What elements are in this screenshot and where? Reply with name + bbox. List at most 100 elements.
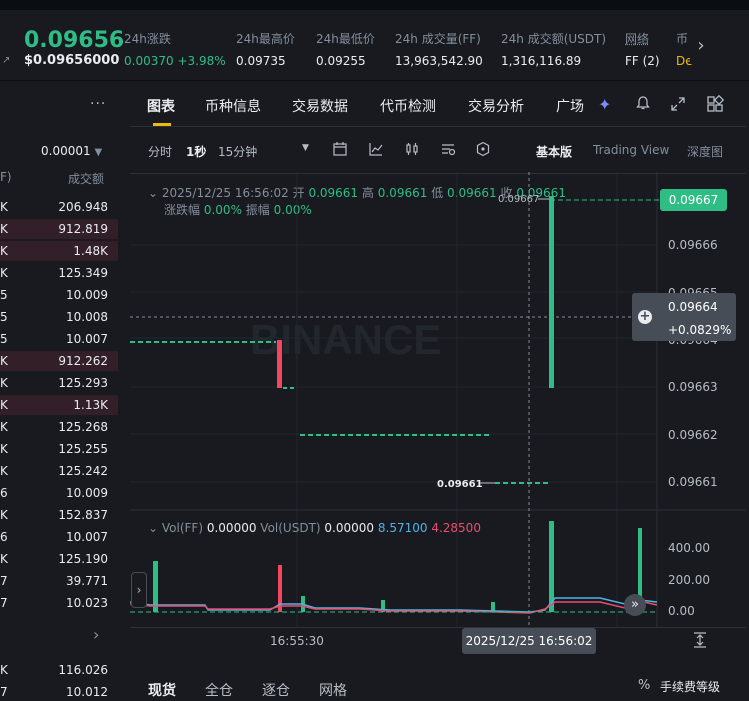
book-price-fragment: K xyxy=(0,398,8,412)
book-row[interactable]: 7 10.023 xyxy=(0,592,118,612)
calendar-icon[interactable] xyxy=(332,141,348,161)
book-row[interactable]: 5 10.007 xyxy=(0,328,118,348)
interval-timeline[interactable]: 分时 xyxy=(148,143,172,160)
book-row[interactable]: 7 39.771 xyxy=(0,570,118,590)
chart-settings-icon[interactable] xyxy=(440,141,456,161)
tab-trade-analysis[interactable]: 交易分析 xyxy=(468,96,524,116)
vol-usdt-label: Vol(USDT) xyxy=(260,521,321,535)
more-icon[interactable]: ··· xyxy=(90,96,106,112)
book-price-fragment: 6 xyxy=(0,530,8,544)
candle-style-icon[interactable] xyxy=(404,141,420,161)
book-row[interactable]: K 125.293 xyxy=(0,372,118,392)
layout-grid-icon[interactable] xyxy=(706,94,725,117)
book-row[interactable]: K 116.026 xyxy=(0,659,118,679)
last-price-usd: $0.09656000 xyxy=(24,53,120,68)
last-price: 0.09656 xyxy=(24,28,125,53)
book-qty: 10.009 xyxy=(66,486,108,500)
tab-square[interactable]: 广场 xyxy=(556,96,584,116)
vol-ma2-value: 4.28500 xyxy=(431,521,481,535)
tab-chart[interactable]: 图表 xyxy=(147,96,175,116)
book-row[interactable]: 7 10.012 xyxy=(0,681,118,701)
book-price-fragment: 6 xyxy=(0,486,8,500)
tab-cross[interactable]: 全仓 xyxy=(205,680,233,700)
ai-sparkle-icon[interactable]: ✦ xyxy=(598,95,611,114)
book-qty: 912.262 xyxy=(58,354,108,368)
price-axis-label: 0.09662 xyxy=(668,428,718,442)
stat-high-value: 0.09735 xyxy=(236,54,286,68)
chevron-right-icon[interactable]: › xyxy=(93,625,99,644)
stat-turnover-value: 1,316,116.89 xyxy=(501,54,582,68)
scroll-right-icon[interactable]: › xyxy=(690,28,712,64)
book-row[interactable]: K 125.190 xyxy=(0,548,118,568)
book-qty: 125.293 xyxy=(58,376,108,390)
vol-ff-label: Vol(FF) xyxy=(161,521,204,535)
volume-axis-label: 0.00 xyxy=(668,604,695,618)
interval-15m[interactable]: 15分钟 xyxy=(218,143,257,160)
book-row[interactable]: K 1.48K xyxy=(0,240,118,261)
ma-line-red xyxy=(130,600,658,614)
stat-volume-value: 13,963,542.90 xyxy=(395,54,483,68)
stat-network-value[interactable]: FF (2) xyxy=(625,54,660,68)
shield-icon[interactable] xyxy=(475,141,491,161)
book-row[interactable]: 5 10.009 xyxy=(0,284,118,304)
stat-change-label: 24h涨跌 xyxy=(124,32,171,46)
high-annotation: 0.09667 xyxy=(498,194,539,205)
tab-isolated[interactable]: 逐仓 xyxy=(262,680,290,700)
bell-icon[interactable] xyxy=(635,95,651,115)
book-row[interactable]: K 206.948 xyxy=(0,196,118,216)
book-row[interactable]: 5 10.008 xyxy=(0,306,118,326)
view-tradingview[interactable]: Trading View xyxy=(593,143,669,157)
book-qty: 206.948 xyxy=(58,200,108,214)
book-price-fragment: 7 xyxy=(0,574,8,588)
tab-spot[interactable]: 现货 xyxy=(148,680,176,700)
price-axis-label: 0.09666 xyxy=(668,238,718,252)
book-qty: 116.026 xyxy=(58,663,108,677)
time-axis-label: 16:55:30 xyxy=(270,634,324,648)
tab-grid[interactable]: 网格 xyxy=(319,680,347,700)
vol-ff-value: 0.00000 xyxy=(206,521,257,535)
interval-1s[interactable]: 1秒 xyxy=(186,143,206,160)
price-chart[interactable]: BINANCE 0.09667 0.09661 xyxy=(130,172,746,632)
view-basic[interactable]: 基本版 xyxy=(536,143,572,160)
book-row[interactable]: K 125.242 xyxy=(0,460,118,480)
book-qty: 1.13K xyxy=(73,398,108,412)
book-row[interactable]: K 125.255 xyxy=(0,438,118,458)
book-price-fragment: K xyxy=(0,376,8,390)
stat-turnover-label: 24h 成交额(USDT) xyxy=(501,32,607,46)
tab-token-check[interactable]: 代币检测 xyxy=(380,96,436,116)
stat-low-label: 24h最低价 xyxy=(316,32,375,46)
vol-ma1-value: 8.57100 xyxy=(377,521,428,535)
book-row[interactable]: 6 10.009 xyxy=(0,482,118,502)
fee-level-link[interactable]: 手续费等级 xyxy=(660,678,720,695)
book-row[interactable]: K 125.268 xyxy=(0,416,118,436)
fit-vertical-icon[interactable] xyxy=(692,632,708,652)
book-row[interactable]: K 152.837 xyxy=(0,504,118,524)
book-row[interactable]: 6 10.007 xyxy=(0,526,118,546)
book-price-fragment: K xyxy=(0,420,8,434)
book-price-fragment: K xyxy=(0,266,8,280)
book-price-fragment: K xyxy=(0,552,8,566)
col-price-header: F) xyxy=(0,170,12,184)
stat-network-label[interactable]: 网络 xyxy=(625,30,649,47)
scroll-left-button[interactable]: › xyxy=(131,572,147,608)
collapse-chevron-icon[interactable]: ⌄ xyxy=(148,521,158,535)
scroll-latest-button[interactable]: » xyxy=(624,594,646,616)
time-axis-line xyxy=(130,627,746,628)
book-qty: 125.268 xyxy=(58,420,108,434)
book-qty: 10.008 xyxy=(66,310,108,324)
book-row[interactable]: K 912.262 xyxy=(0,350,118,371)
interval-dropdown-icon[interactable]: ▼ xyxy=(302,143,309,153)
book-row[interactable]: K 125.349 xyxy=(0,262,118,282)
view-depth[interactable]: 深度图 xyxy=(687,143,723,160)
book-row[interactable]: K 912.819 xyxy=(0,218,118,239)
book-qty: 125.242 xyxy=(58,464,108,478)
tab-coin-info[interactable]: 币种信息 xyxy=(205,96,261,116)
book-row[interactable]: K 1.13K xyxy=(0,394,118,415)
book-price-fragment: 5 xyxy=(0,310,8,324)
tick-size-select[interactable]: 0.00001 ▼ xyxy=(41,144,102,158)
indicator-icon[interactable] xyxy=(368,141,384,161)
add-alert-icon[interactable]: + xyxy=(638,310,652,324)
tab-trading-data[interactable]: 交易数据 xyxy=(292,96,348,116)
book-price-fragment: 5 xyxy=(0,288,8,302)
expand-icon[interactable] xyxy=(670,96,686,116)
